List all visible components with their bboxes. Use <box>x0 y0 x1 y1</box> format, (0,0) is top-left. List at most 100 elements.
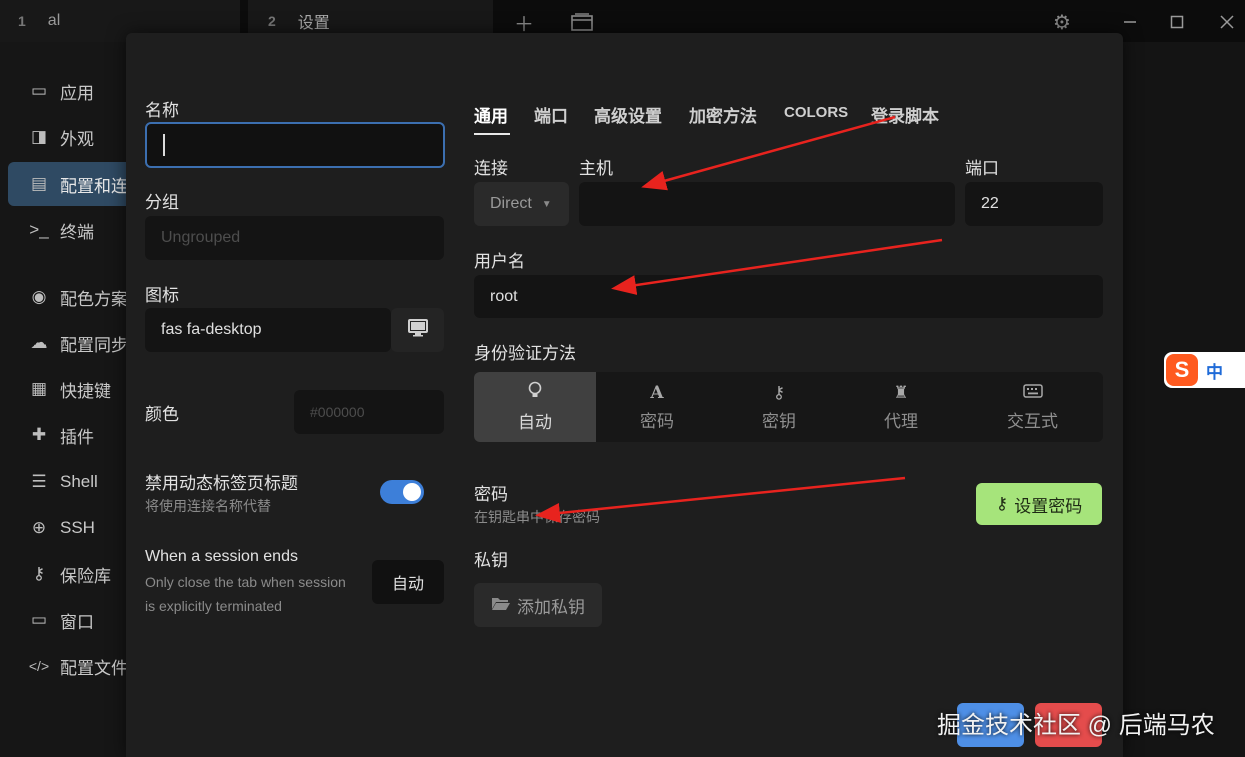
maximize-icon[interactable] <box>1165 10 1189 34</box>
tab-number: 1 <box>18 13 26 29</box>
caret-down-icon: ▼ <box>541 198 552 210</box>
tab-login-scripts[interactable]: 登录脚本 <box>871 102 939 127</box>
auth-option-auto[interactable]: 自动 <box>474 372 596 442</box>
sidebar-item-color-scheme[interactable]: ◉ 配色方案 <box>8 275 138 319</box>
icon-input[interactable]: fas fa-desktop <box>145 308 391 352</box>
globe-icon: ⊕ <box>31 518 47 537</box>
sidebar-item-ssh[interactable]: ⊕ SSH <box>8 506 138 550</box>
sidebar-item-label: 外观 <box>60 129 94 149</box>
auth-option-key[interactable]: ⚷ 密钥 <box>718 372 840 442</box>
sidebar-item-window[interactable]: ▭ 窗口 <box>8 598 138 642</box>
sidebar-item-sync[interactable]: ☁ 配置同步 <box>8 321 138 365</box>
watermark: 掘金技术社区 @ 后端马农 <box>937 712 1215 739</box>
tab-general[interactable]: 通用 <box>474 102 508 127</box>
key-icon: ⚷ <box>995 494 1009 513</box>
code-icon: </> <box>28 658 50 674</box>
terminal-icon: >_ <box>29 220 49 239</box>
tab-ports[interactable]: 端口 <box>534 102 568 127</box>
auth-option-interactive[interactable]: 交互式 <box>962 372 1103 442</box>
set-password-label: 设置密码 <box>1014 496 1083 516</box>
tab-label: 设置 <box>297 15 330 32</box>
sidebar-item-terminal[interactable]: >_ 终端 <box>8 208 138 252</box>
settings-sidebar: ▭ 应用 ◨ 外观 ▤ 配置和连 >_ 终端 ◉ 配色方案 ☁ 配置同步 ▦ 快捷键 ✚ 插件 … <box>0 42 138 757</box>
sidebar-item-vault[interactable]: ⚷ 保险库 <box>8 552 138 596</box>
color-input[interactable]: #000000 <box>294 390 444 434</box>
connection-value: Direct <box>490 195 532 212</box>
key-icon: ⚷ <box>772 382 786 402</box>
session-end-select[interactable]: 自动 <box>372 560 444 604</box>
plus-icon[interactable]: ＋ <box>512 10 536 36</box>
sidebar-item-config-file[interactable]: </> 配置文件 <box>8 644 138 688</box>
list-icon: ☰ <box>31 472 47 491</box>
minimize-icon[interactable] <box>1118 10 1142 34</box>
lightbulb-icon <box>528 381 542 404</box>
active-tab-indicator <box>474 133 510 135</box>
add-private-key-label: 添加私钥 <box>517 597 585 617</box>
color-placeholder: #000000 <box>310 404 365 420</box>
disable-title-label: 禁用动态标签页标题 <box>145 474 298 493</box>
name-label: 名称 <box>145 101 179 120</box>
port-label: 端口 <box>965 159 999 178</box>
auth-option-label: 代理 <box>884 411 918 431</box>
tab-ciphers[interactable]: 加密方法 <box>689 102 757 127</box>
port-value: 22 <box>981 195 999 212</box>
group-label: 分组 <box>145 193 179 212</box>
host-input[interactable] <box>579 182 955 226</box>
tab-advanced[interactable]: 高级设置 <box>594 102 662 127</box>
disable-title-toggle[interactable] <box>380 480 424 504</box>
icon-label: 图标 <box>145 286 179 305</box>
window-icon: ▭ <box>30 610 48 629</box>
add-private-key-button[interactable]: 添加私钥 <box>474 583 602 627</box>
sidebar-item-label: 终端 <box>60 222 94 242</box>
session-end-value: 自动 <box>391 576 424 593</box>
sidebar-item-label: 配置和连 <box>60 176 128 196</box>
sidebar-item-appearance[interactable]: ◨ 外观 <box>8 115 138 159</box>
keyboard-icon: ▦ <box>30 379 48 398</box>
sidebar-item-hotkeys[interactable]: ▦ 快捷键 <box>8 367 138 411</box>
tab-label: al <box>47 12 61 29</box>
group-input[interactable]: Ungrouped <box>145 216 444 260</box>
keyboard-icon <box>1022 383 1043 403</box>
auth-option-agent[interactable]: ♜ 代理 <box>840 372 962 442</box>
profiles-icon: ▤ <box>30 174 48 193</box>
tab-colors[interactable]: COLORS <box>784 104 848 121</box>
desktop-icon <box>407 318 428 342</box>
auth-option-label: 自动 <box>518 413 552 432</box>
sidebar-item-shell[interactable]: ☰ Shell <box>8 460 138 504</box>
session-end-label: When a session ends <box>145 548 298 565</box>
toggle-knob <box>403 483 421 501</box>
password-label: 密码 <box>474 485 508 504</box>
host-label: 主机 <box>579 159 613 178</box>
sidebar-item-app[interactable]: ▭ 应用 <box>8 69 138 113</box>
ime-mode: 中 <box>1206 362 1223 382</box>
auth-method-label: 身份验证方法 <box>474 344 576 363</box>
puzzle-icon: ✚ <box>31 425 47 444</box>
sidebar-item-label: 配色方案 <box>60 289 128 309</box>
sidebar-item-label: 配置文件 <box>60 658 128 678</box>
gear-icon[interactable]: ⚙ <box>1050 10 1074 34</box>
connection-select[interactable]: Direct ▼ <box>474 182 569 226</box>
port-input[interactable]: 22 <box>965 182 1103 226</box>
name-input[interactable] <box>145 122 445 168</box>
folder-open-icon <box>491 595 511 616</box>
sidebar-item-profiles[interactable]: ▤ 配置和连 <box>8 162 138 206</box>
color-label: 颜色 <box>145 405 179 424</box>
close-icon[interactable] <box>1215 10 1239 34</box>
new-window-icon[interactable] <box>570 10 594 34</box>
sidebar-item-label: 窗口 <box>60 612 94 632</box>
session-end-hint-1: Only close the tab when session <box>145 574 346 590</box>
sidebar-item-label: 插件 <box>60 427 94 447</box>
ime-indicator[interactable]: S 中 <box>1164 352 1245 388</box>
session-end-hint-2: is explicitly terminated <box>145 598 282 614</box>
sidebar-item-plugins[interactable]: ✚ 插件 <box>8 413 138 457</box>
auth-option-label: 密码 <box>640 411 674 431</box>
auth-option-label: 交互式 <box>1007 411 1058 431</box>
username-input[interactable]: root <box>474 275 1103 318</box>
sogou-logo-icon: S <box>1166 354 1198 386</box>
auth-option-password[interactable]: A 密码 <box>596 372 718 442</box>
set-password-button[interactable]: ⚷ 设置密码 <box>976 483 1102 525</box>
sidebar-item-label: 保险库 <box>60 566 111 586</box>
username-label: 用户名 <box>474 252 525 271</box>
auth-option-label: 密钥 <box>762 411 796 431</box>
icon-picker-button[interactable] <box>391 308 444 352</box>
